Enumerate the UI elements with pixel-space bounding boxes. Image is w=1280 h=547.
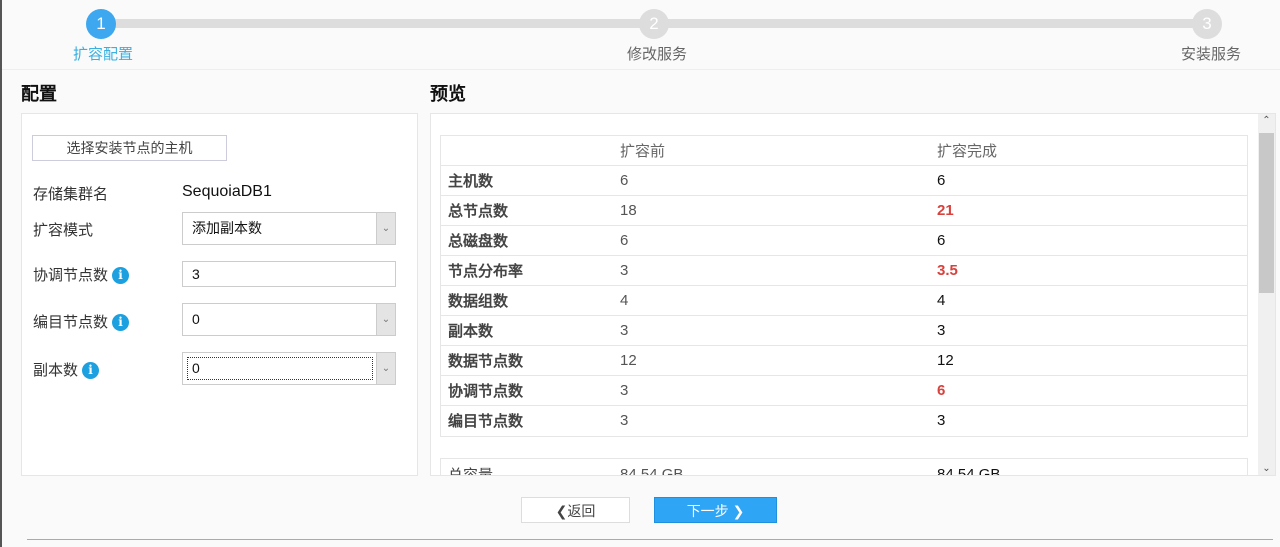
mode-select-value: 添加副本数 <box>192 220 262 236</box>
value-after: 6 <box>930 165 1247 196</box>
back-button[interactable]: ❮返回 <box>521 497 630 523</box>
value-before: 12 <box>613 345 930 376</box>
step-3-circle: 3 <box>1192 9 1222 39</box>
preview-table: 扩容前 扩容完成 主机数 6 6 总节点数 18 21 总磁盘数 6 6 节点分布率 3 3.5 数据组数 4… <box>440 135 1248 437</box>
coord-input-value: 3 <box>192 266 200 282</box>
chevron-left-icon: ❮ <box>555 503 568 519</box>
replica-label: 副本数 i <box>33 359 100 380</box>
table-row: 总容量 84.54 GB 84.54 GB <box>441 459 1247 476</box>
value-before: 6 <box>613 225 930 256</box>
coord-label: 协调节点数 i <box>33 264 130 285</box>
mode-select[interactable]: 添加副本数 ⌄ <box>182 212 396 245</box>
row-label: 总磁盘数 <box>441 225 613 256</box>
chevron-right-icon: ❯ <box>732 503 745 519</box>
step-1-label: 扩容配置 <box>73 46 134 63</box>
table-row: 数据节点数 12 12 <box>441 345 1247 376</box>
divider <box>2 69 1280 70</box>
capacity-label: 总容量 <box>448 466 494 476</box>
replica-select-value: 0 <box>187 357 373 380</box>
select-hosts-button[interactable]: 选择安装节点的主机 <box>32 135 227 161</box>
step-2-circle: 2 <box>639 9 669 39</box>
catalog-select[interactable]: 0 ⌄ <box>182 303 396 336</box>
table-row: 总磁盘数 6 6 <box>441 225 1247 256</box>
cluster-name-value: SequoiaDB1 <box>182 183 272 200</box>
value-before: 3 <box>613 405 930 436</box>
catalog-select-value: 0 <box>192 311 200 327</box>
table-row: 数据组数 4 4 <box>441 285 1247 316</box>
column-header: 扩容完成 <box>930 135 1247 166</box>
info-icon[interactable]: i <box>112 314 130 331</box>
next-label: 下一步 <box>686 503 729 519</box>
info-icon[interactable]: i <box>112 267 130 284</box>
cluster-name-label: 存储集群名 <box>33 186 109 203</box>
chevron-down-icon: ⌄ <box>376 213 395 244</box>
value-before: 3 <box>613 315 930 346</box>
replica-select[interactable]: 0 ⌄ <box>182 352 396 385</box>
value-after: 3.5 <box>930 255 1247 286</box>
step-3-label: 安装服务 <box>1181 46 1242 63</box>
table-row: 副本数 3 3 <box>441 315 1247 346</box>
table-row: 协调节点数 3 6 <box>441 375 1247 406</box>
scrollbar[interactable]: ⌃ ⌄ <box>1258 114 1275 475</box>
row-label: 主机数 <box>441 165 613 196</box>
config-panel <box>21 113 418 476</box>
row-label: 数据组数 <box>441 285 613 316</box>
footer-divider <box>27 539 1273 540</box>
value-before: 3 <box>613 375 930 406</box>
mode-label: 扩容模式 <box>33 222 94 239</box>
row-label: 编目节点数 <box>441 405 613 436</box>
value-after: 6 <box>930 375 1247 406</box>
back-label: 返回 <box>567 503 596 519</box>
coord-input[interactable]: 3 <box>182 261 396 287</box>
value-before: 18 <box>613 195 930 226</box>
chevron-down-icon: ⌄ <box>376 304 395 335</box>
row-label: 总节点数 <box>441 195 613 226</box>
step-1-circle: 1 <box>86 9 116 39</box>
scroll-up-icon[interactable]: ⌃ <box>1258 115 1275 126</box>
table-row: 节点分布率 3 3.5 <box>441 255 1247 286</box>
preview-title: 预览 <box>430 84 466 105</box>
row-label: 副本数 <box>441 315 613 346</box>
capacity-table: 总容量 84.54 GB 84.54 GB <box>440 458 1248 476</box>
value-before: 3 <box>613 255 930 286</box>
column-header <box>441 135 613 166</box>
preview-panel: 扩容前 扩容完成 主机数 6 6 总节点数 18 21 总磁盘数 6 6 节点分布率 3 3.5 数据组数 4… <box>430 113 1276 476</box>
table-row: 总节点数 18 21 <box>441 195 1247 226</box>
table-header: 扩容前 扩容完成 <box>441 135 1247 166</box>
value-before: 6 <box>613 165 930 196</box>
table-row: 编目节点数 3 3 <box>441 405 1247 436</box>
scroll-down-icon[interactable]: ⌄ <box>1258 463 1275 474</box>
value-after: 3 <box>930 315 1247 346</box>
row-label: 节点分布率 <box>441 255 613 286</box>
scrollbar-thumb[interactable] <box>1259 133 1274 293</box>
catalog-label-text: 编目节点数 <box>33 314 109 331</box>
value-before: 4 <box>613 285 930 316</box>
column-header: 扩容前 <box>613 135 930 166</box>
capacity-before: 84.54 GB <box>620 465 684 476</box>
catalog-label: 编目节点数 i <box>33 311 130 332</box>
config-title: 配置 <box>21 84 57 105</box>
value-after: 3 <box>930 405 1247 436</box>
row-label: 数据节点数 <box>441 345 613 376</box>
capacity-after: 84.54 GB <box>937 465 1001 476</box>
row-label: 协调节点数 <box>441 375 613 406</box>
value-after: 4 <box>930 285 1247 316</box>
value-after: 12 <box>930 345 1247 376</box>
next-button[interactable]: 下一步 ❯ <box>654 497 777 523</box>
info-icon[interactable]: i <box>82 362 100 379</box>
chevron-down-icon: ⌄ <box>376 353 395 384</box>
value-after: 6 <box>930 225 1247 256</box>
table-row: 主机数 6 6 <box>441 165 1247 196</box>
value-after: 21 <box>930 195 1247 226</box>
step-2-label: 修改服务 <box>627 46 688 63</box>
replica-label-text: 副本数 <box>33 362 79 379</box>
coord-label-text: 协调节点数 <box>33 267 109 284</box>
